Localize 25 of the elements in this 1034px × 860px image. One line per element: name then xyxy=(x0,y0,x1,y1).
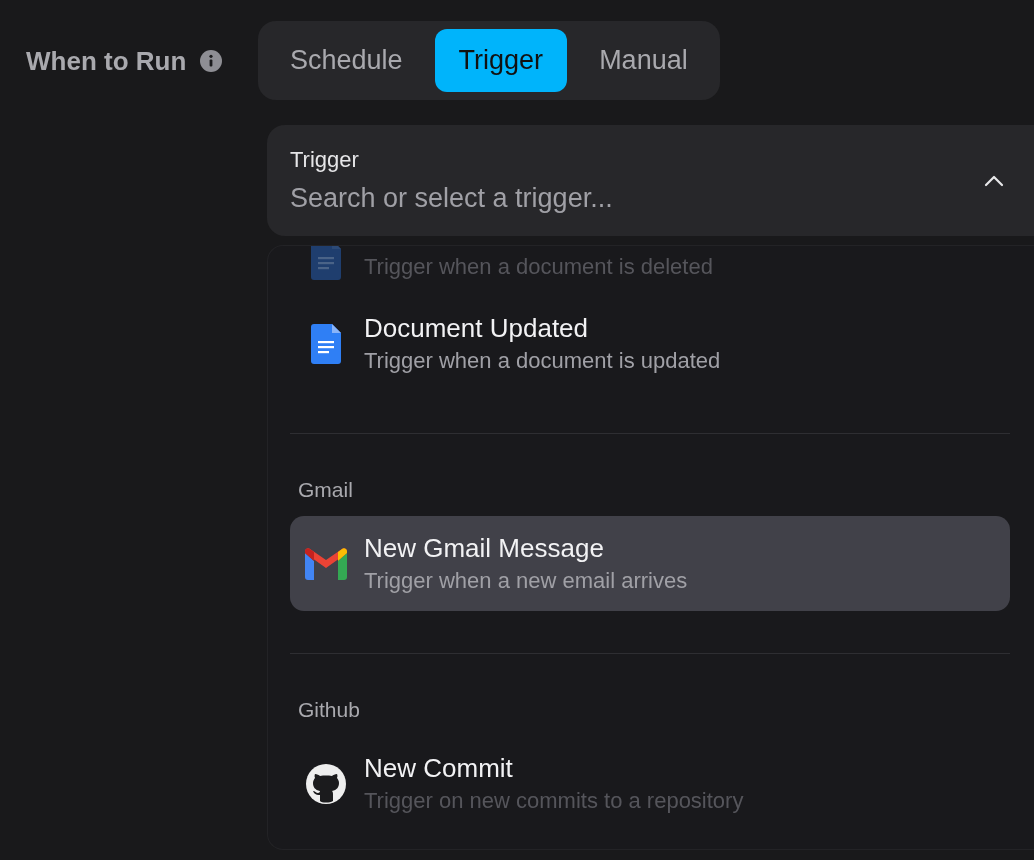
option-description: Trigger on new commits to a repository xyxy=(364,788,744,814)
mode-tab[interactable]: Trigger xyxy=(434,29,568,92)
mode-tab[interactable]: Manual xyxy=(575,29,712,92)
trigger-option[interactable]: Document Updated Trigger when a document is updated xyxy=(290,296,1010,391)
group-heading: Gmail xyxy=(298,478,354,502)
trigger-option[interactable]: New Gmail Message Trigger when a new email arrives xyxy=(290,516,1010,611)
info-icon[interactable] xyxy=(200,50,223,72)
group-heading: Github xyxy=(298,698,361,722)
trigger-option[interactable]: New Commit Trigger on new commits to a repository xyxy=(290,736,1010,831)
option-title: Document Updated xyxy=(364,313,590,344)
envelope-icon xyxy=(305,547,347,580)
field-label: When to Run xyxy=(26,45,187,77)
option-title: New Commit xyxy=(364,753,514,784)
document-icon xyxy=(311,246,341,280)
option-description: Trigger when a document is updated xyxy=(364,348,721,374)
chevron-icon[interactable] xyxy=(984,174,1004,187)
document-icon xyxy=(311,323,341,364)
mode-tab[interactable]: Schedule xyxy=(266,29,427,92)
option-description: Trigger when a document is deleted xyxy=(364,254,713,280)
trigger-select[interactable]: Trigger Search or select a trigger... xyxy=(267,125,1034,236)
cat-silhouette-icon xyxy=(306,763,346,804)
select-label: Trigger xyxy=(290,147,360,173)
option-description: Trigger when a new email arrives xyxy=(364,568,688,594)
option-title: New Gmail Message xyxy=(364,533,605,564)
search-field[interactable]: Search or select a trigger... xyxy=(290,183,850,214)
